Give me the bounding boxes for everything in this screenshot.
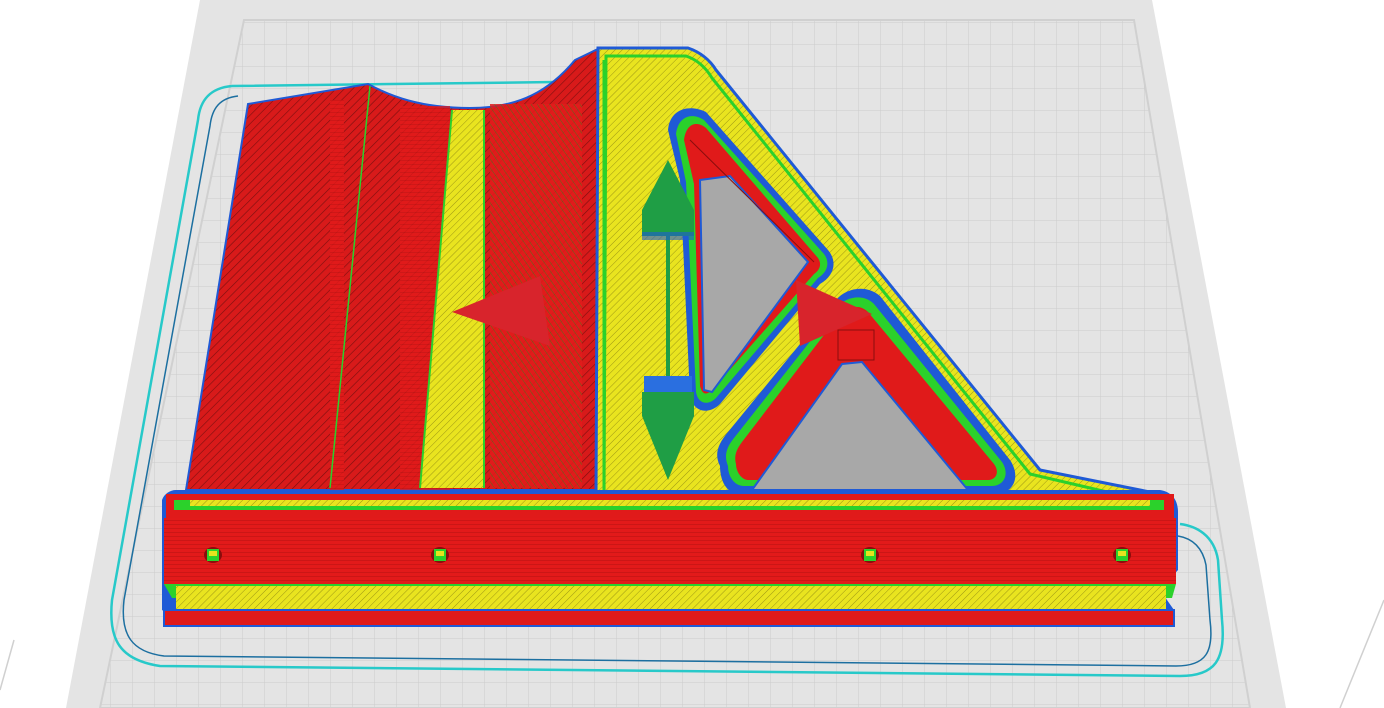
mounting-hole [861,547,879,563]
mounting-hole [204,547,222,563]
mounting-hole [431,547,449,563]
3d-viewport[interactable] [0,0,1384,708]
viewport-canvas[interactable] [0,0,1384,708]
mounting-hole [1113,547,1131,563]
model-base-rail[interactable] [162,490,1178,627]
model-upper-block[interactable] [184,46,606,491]
